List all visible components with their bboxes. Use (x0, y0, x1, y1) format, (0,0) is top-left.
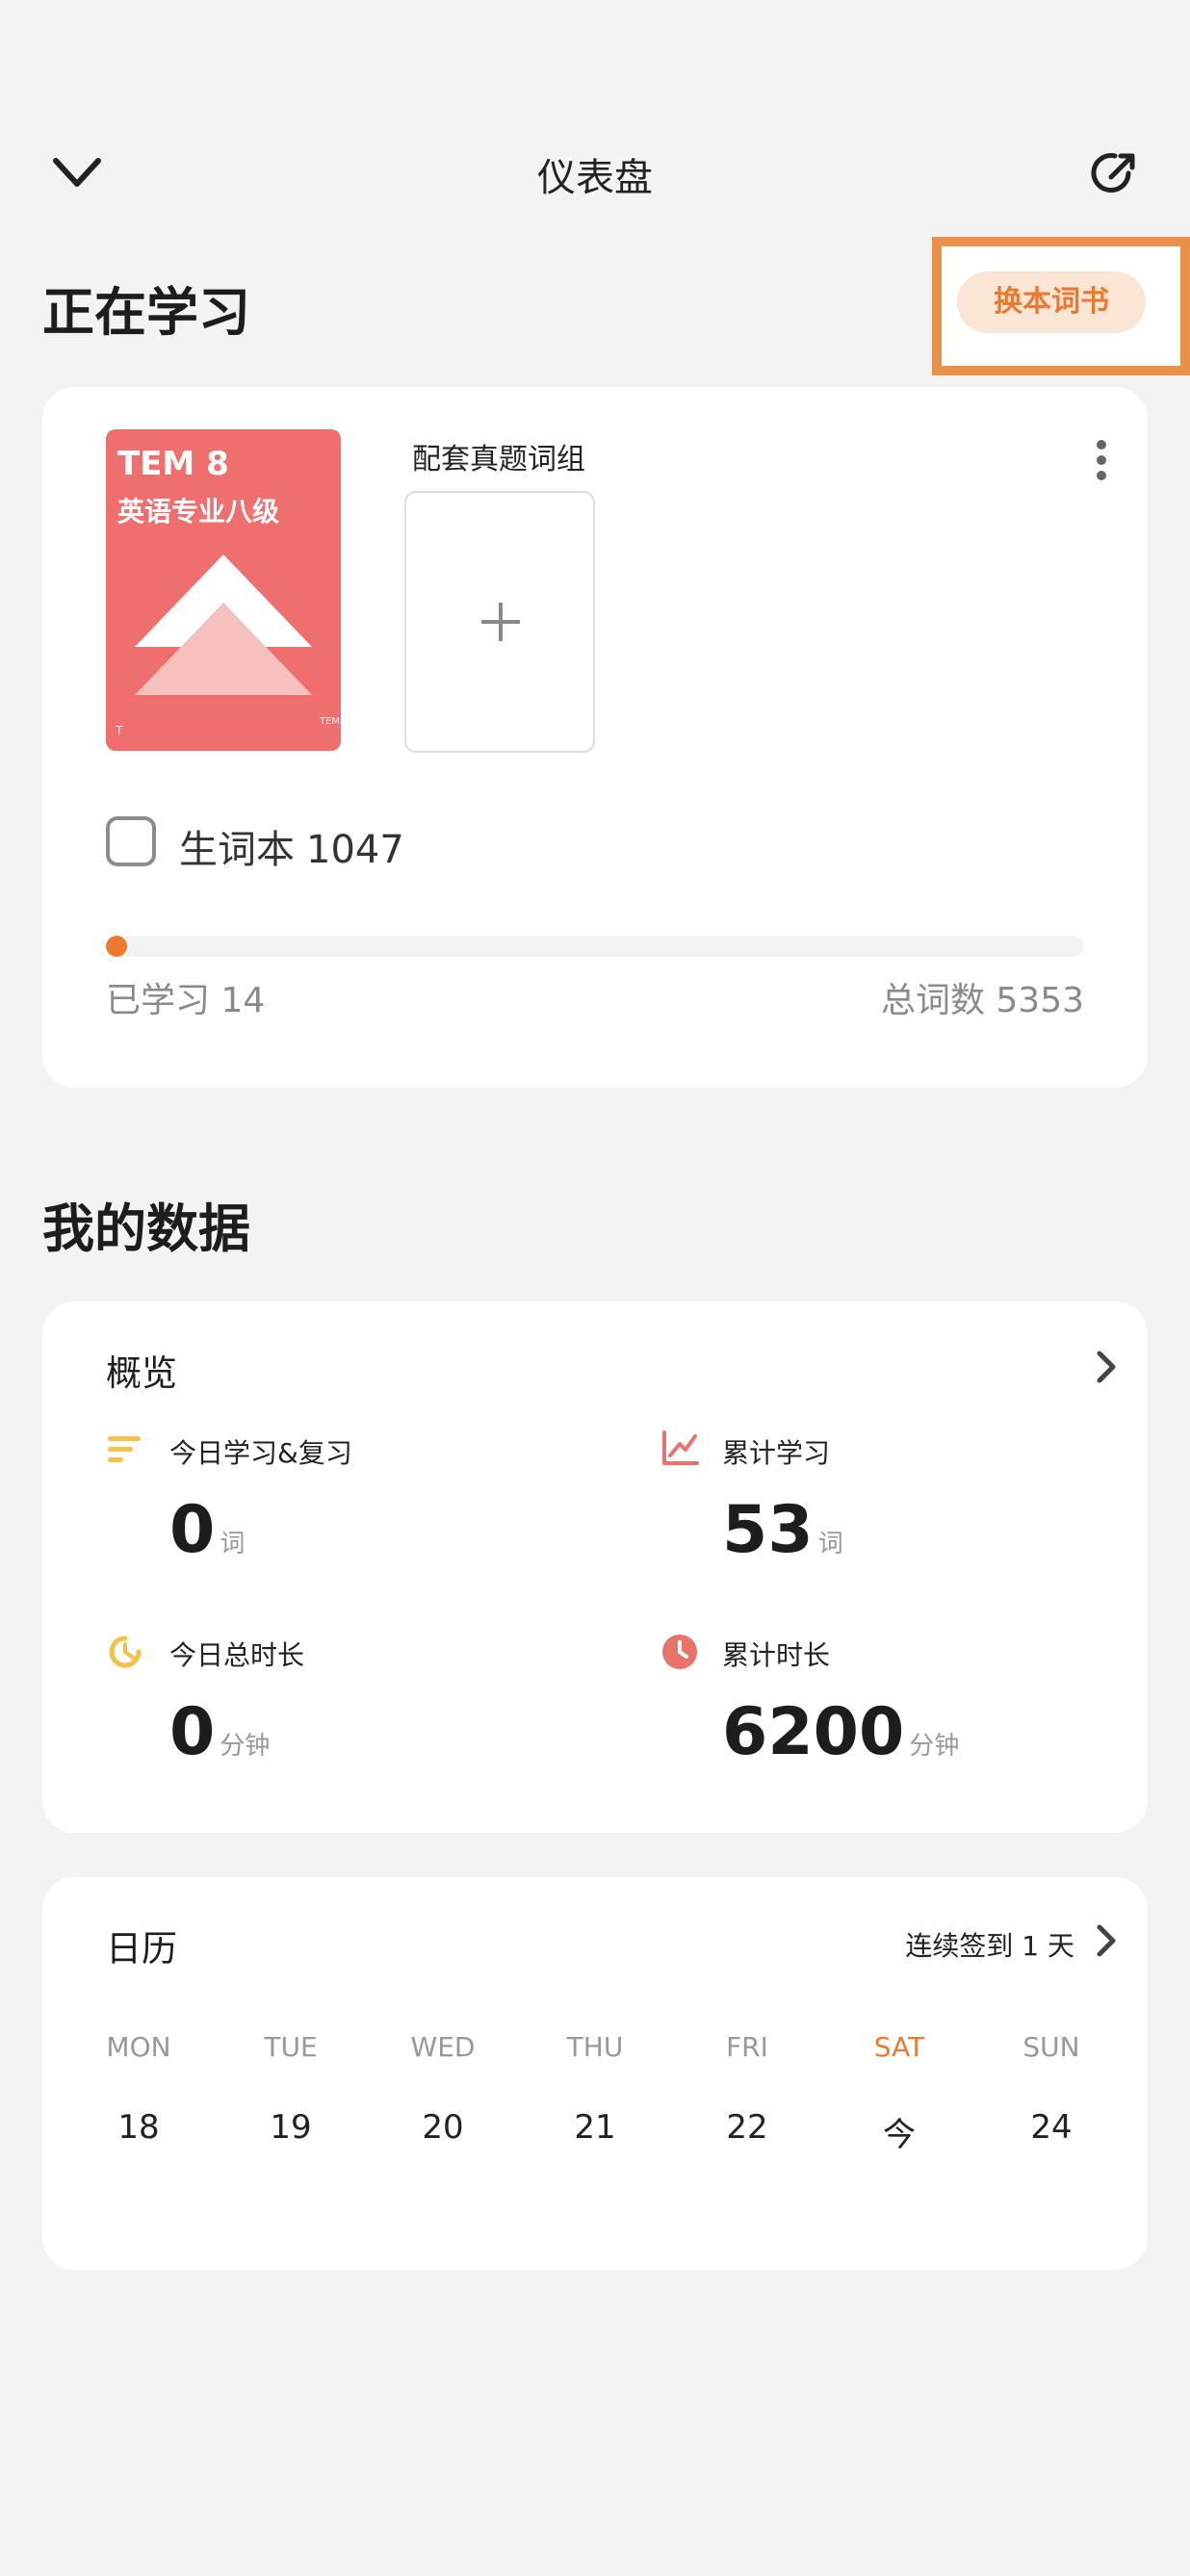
calendar-day[interactable]: 24 (984, 2108, 1119, 2147)
stat-today-study: 0 词 (169, 1492, 245, 1568)
calendar-day[interactable]: 19 (223, 2108, 358, 2147)
page-title: 仪表盘 (537, 156, 653, 200)
share-arrow-icon[interactable] (1086, 144, 1144, 202)
chevron-right-icon[interactable] (1092, 1348, 1121, 1386)
checkin-streak[interactable]: 连续签到 1 天 (905, 1925, 1074, 1964)
wordbook-checkbox[interactable] (106, 816, 156, 866)
clock-icon (660, 1633, 699, 1671)
line-chart-icon (660, 1429, 699, 1467)
add-phrase-group-button[interactable] (404, 491, 595, 753)
calendar-day[interactable]: 21 (528, 2108, 662, 2147)
cover-mark-right: TEM8 (320, 716, 341, 727)
calendar-day[interactable]: 20 (375, 2108, 510, 2147)
weekday-sun: SUN (1022, 2031, 1080, 2063)
current-book-card: TEM 8 英语专业八级 T TEM8 配套真题词组 生词本1047 已学习 1… (42, 387, 1148, 1088)
wordbook-count: 1047 (306, 828, 404, 872)
stat-value: 0 (169, 1694, 216, 1770)
chevron-right-icon[interactable] (1092, 1921, 1121, 1960)
calendar-day[interactable]: 22 (680, 2108, 815, 2147)
calendar-day[interactable]: 18 (71, 2108, 206, 2147)
study-progress-bar (106, 936, 1084, 957)
switch-book-button[interactable]: 换本词书 (957, 271, 1146, 333)
section-title-my-data: 我的数据 (42, 1198, 250, 1259)
stat-unit: 分钟 (220, 1732, 271, 1761)
book-cover[interactable]: TEM 8 英语专业八级 T TEM8 (106, 429, 341, 751)
weekday-wed: WED (410, 2031, 476, 2063)
weekday-sat: SAT (873, 2031, 925, 2063)
overview-title: 概览 (106, 1352, 177, 1394)
stat-unit: 词 (220, 1530, 246, 1558)
bars-icon (106, 1430, 144, 1469)
stat-total-study: 53 词 (722, 1492, 843, 1568)
phrase-group-title: 配套真题词组 (412, 443, 585, 477)
section-title-studying: 正在学习 (42, 282, 250, 343)
stat-value: 53 (722, 1492, 814, 1568)
stat-today-duration: 0 分钟 (169, 1694, 270, 1770)
more-options-icon[interactable] (1082, 435, 1121, 493)
learned-count: 已学习 14 (106, 981, 266, 1020)
stat-unit: 词 (817, 1530, 843, 1558)
calendar-title: 日历 (106, 1928, 177, 1970)
stat-total-duration: 6200 分钟 (722, 1694, 959, 1770)
study-progress-fill (106, 936, 128, 957)
stat-label-today-study: 今日学习&复习 (169, 1437, 352, 1469)
stat-unit: 分钟 (909, 1732, 960, 1761)
stat-value: 0 (169, 1492, 216, 1568)
cover-mark-left: T (116, 724, 123, 737)
stat-value: 6200 (722, 1694, 905, 1770)
calendar-card[interactable]: 日历 连续签到 1 天 MON TUE WED THU FRI SAT SUN … (42, 1877, 1148, 2270)
stat-label-total-duration: 累计时长 (722, 1639, 831, 1671)
weekday-thu: THU (566, 2031, 624, 2063)
wordbook-label: 生词本 (179, 828, 295, 872)
timer-icon (106, 1633, 144, 1671)
weekday-mon: MON (106, 2031, 171, 2063)
weekday-fri: FRI (726, 2031, 768, 2063)
calendar-day-today[interactable]: 今 (832, 2108, 967, 2155)
stat-label-today-duration: 今日总时长 (169, 1639, 305, 1671)
wordbook-row[interactable]: 生词本 1047 (179, 818, 404, 874)
stat-label-total-study: 累计学习 (722, 1437, 831, 1469)
overview-card[interactable]: 概览 今日学习&复习 0 词 累计学习 53 词 今日总时长 0 分钟 累计时长… (42, 1301, 1148, 1833)
cover-triangle-art (135, 554, 312, 695)
total-word-count: 总词数 5353 (880, 981, 1084, 1020)
plus-icon (481, 603, 520, 641)
weekday-tue: TUE (264, 2031, 318, 2063)
